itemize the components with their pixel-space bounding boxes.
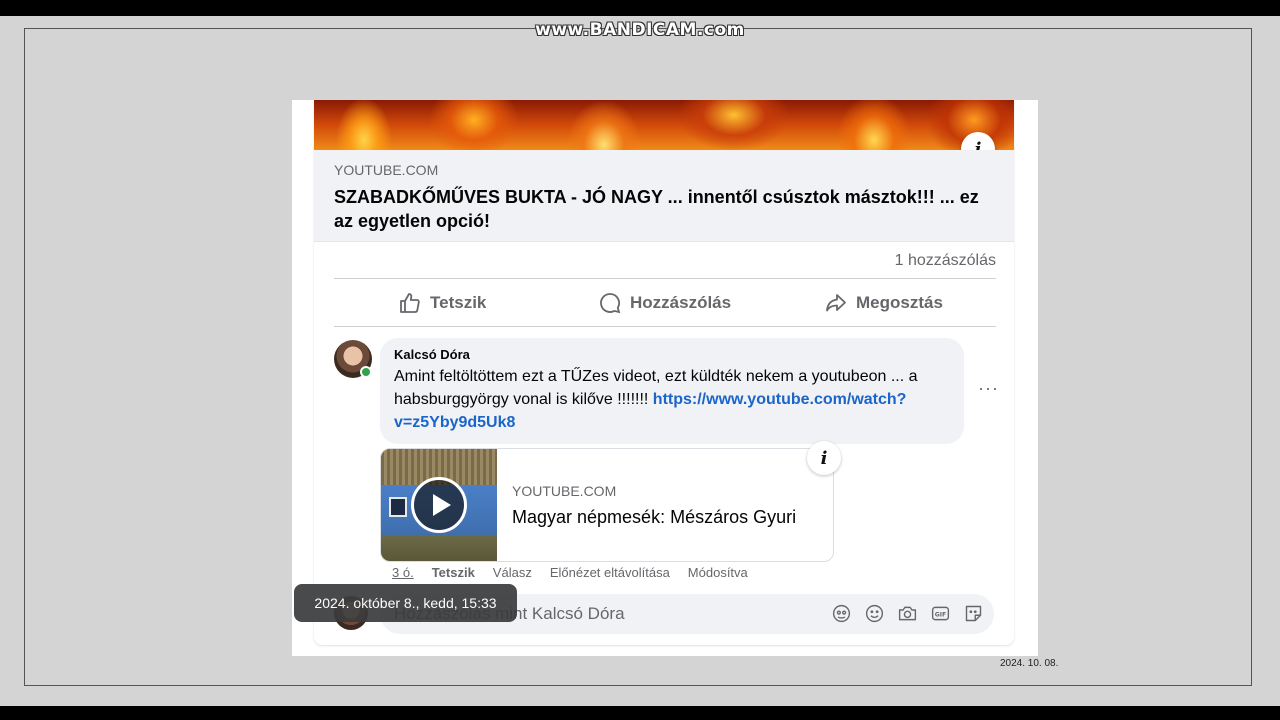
- comment-button[interactable]: Hozzászólás: [598, 288, 731, 318]
- link-preview-domain: YOUTUBE.COM: [334, 162, 439, 178]
- edited-label[interactable]: Módosítva: [688, 565, 748, 580]
- share-arrow-icon: [826, 294, 846, 312]
- share-label: Megosztás: [856, 293, 943, 312]
- thumbnail-window: [389, 497, 407, 517]
- bottom-bar: [0, 706, 1280, 720]
- like-button[interactable]: Tetszik: [398, 288, 486, 318]
- comment-text: Amint feltöltöttem ezt a TŰZes videot, e…: [394, 365, 950, 434]
- comment-author[interactable]: Kalcsó Dóra: [394, 347, 950, 362]
- recording-date: 2024. 10. 08.: [1000, 658, 1059, 669]
- timestamp-tooltip: 2024. október 8., kedd, 15:33: [294, 584, 517, 622]
- post-card: i YOUTUBE.COM SZABADKŐMŰVES BUKTA - JÓ N…: [314, 100, 1014, 645]
- like-label: Tetszik: [430, 293, 487, 312]
- share-button[interactable]: Megosztás: [824, 288, 943, 318]
- comment-link-embed[interactable]: YOUTUBE.COM Magyar népmesék: Mészáros Gy…: [380, 448, 834, 562]
- sticker-icon[interactable]: [963, 603, 984, 624]
- comment-like-link[interactable]: Tetszik: [432, 565, 475, 580]
- comment-timestamp[interactable]: 3 ó.: [392, 565, 414, 580]
- comment-bubble-icon: [600, 293, 621, 314]
- embed-title[interactable]: Magyar népmesék: Mészáros Gyuri: [512, 507, 796, 528]
- thumbs-up-icon: [400, 293, 420, 313]
- comment-reply-link[interactable]: Válasz: [493, 565, 532, 580]
- comment-bubble: Kalcsó Dóra Amint feltöltöttem ezt a TŰZ…: [380, 338, 964, 444]
- online-status-dot: [360, 366, 372, 378]
- comment-label: Hozzászólás: [630, 293, 732, 312]
- link-preview-image[interactable]: [314, 100, 1014, 150]
- link-preview[interactable]: YOUTUBE.COM SZABADKŐMŰVES BUKTA - JÓ NAG…: [314, 150, 1014, 242]
- avatar-sticker-icon[interactable]: [831, 603, 852, 624]
- reply-toolbar: GIF: [831, 603, 984, 624]
- video-thumbnail[interactable]: [381, 449, 497, 561]
- emoji-icon[interactable]: [864, 603, 885, 624]
- divider: [334, 278, 996, 279]
- bandicam-watermark: www.BANDICAM.com: [535, 20, 745, 40]
- comment-more-options-icon[interactable]: ···: [978, 378, 999, 399]
- play-icon[interactable]: [411, 477, 467, 533]
- svg-text:GIF: GIF: [935, 612, 946, 619]
- gif-icon[interactable]: GIF: [930, 603, 951, 624]
- remove-preview-link[interactable]: Előnézet eltávolítása: [550, 565, 670, 580]
- comment-meta-row: 3 ó. Tetszik Válasz Előnézet eltávolítás…: [392, 565, 748, 580]
- link-preview-title[interactable]: SZABADKŐMŰVES BUKTA - JÓ NAGY ... innent…: [334, 185, 994, 233]
- embed-domain: YOUTUBE.COM: [512, 483, 617, 499]
- divider: [334, 326, 996, 327]
- facebook-post-view: i YOUTUBE.COM SZABADKŐMŰVES BUKTA - JÓ N…: [292, 100, 1038, 656]
- comment-count[interactable]: 1 hozzászólás: [895, 252, 996, 270]
- camera-icon[interactable]: [897, 603, 918, 624]
- info-icon[interactable]: i: [807, 441, 841, 475]
